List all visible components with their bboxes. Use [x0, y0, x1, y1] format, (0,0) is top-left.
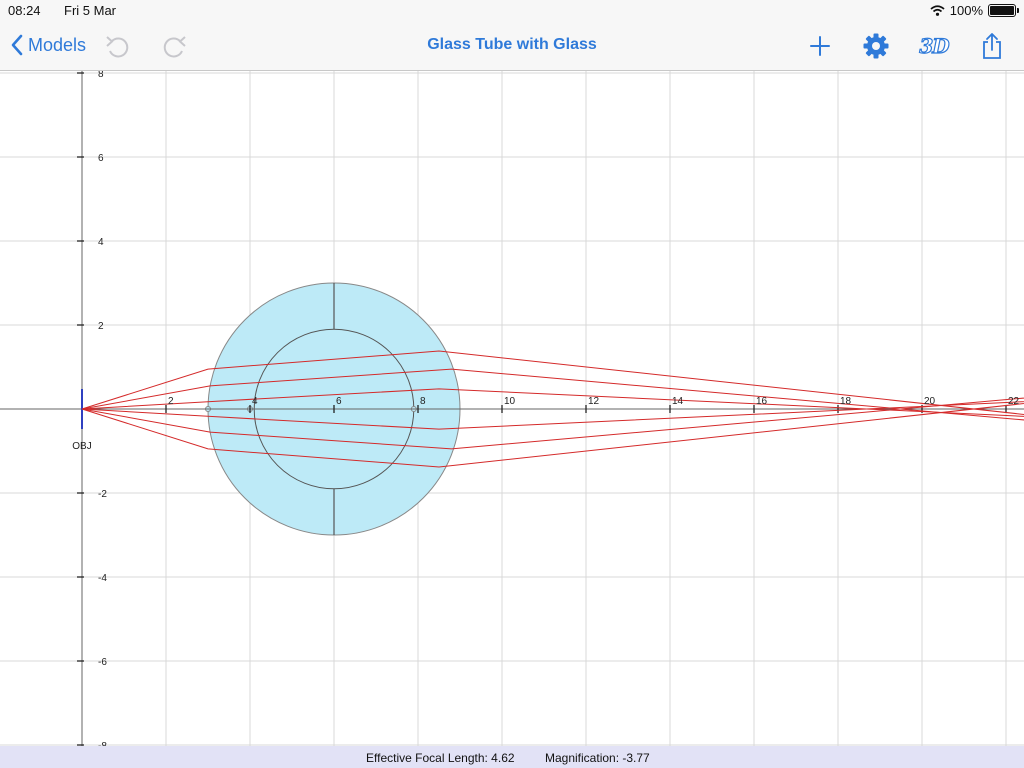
x-tick-label: 16 [756, 396, 768, 407]
object-label: OBJ [72, 441, 91, 452]
y-tick-label: 2 [98, 321, 104, 332]
x-tick-label: 6 [336, 396, 342, 407]
x-tick-label: 18 [840, 396, 852, 407]
status-indicators: 100% [930, 3, 1019, 18]
navigation-bar: Models Glass Tube with Glass 3D [0, 22, 1024, 71]
battery-percent: 100% [949, 3, 983, 18]
x-tick-label: 2 [168, 396, 174, 407]
x-tick-label: 10 [504, 396, 516, 407]
y-tick-label: -2 [98, 489, 107, 500]
view-3d-button[interactable]: 3D [919, 31, 950, 61]
y-tick-label: -4 [98, 573, 107, 584]
back-button[interactable]: Models [10, 34, 86, 56]
wifi-icon [930, 5, 945, 16]
y-tick-label: 4 [98, 237, 104, 248]
status-date: Fri 5 Mar [64, 3, 116, 18]
optical-bench-canvas[interactable]: 2468101214161820228642-2-4-6-8OBJ [0, 71, 1024, 746]
magnification: Magnification: -3.77 [545, 751, 650, 765]
y-tick-label: 6 [98, 153, 104, 164]
back-button-label: Models [28, 34, 87, 55]
add-button[interactable] [805, 31, 835, 61]
status-bar: 08:24 Fri 5 Mar 100% [0, 0, 1024, 22]
x-tick-label: 4 [252, 396, 258, 407]
redo-icon [163, 36, 186, 58]
plus-icon [810, 36, 830, 56]
x-tick-label: 20 [924, 396, 936, 407]
3d-icon: 3D [919, 33, 950, 58]
share-button[interactable] [977, 31, 1007, 61]
x-tick-label: 14 [672, 396, 684, 407]
battery-icon [988, 4, 1019, 17]
x-tick-label: 12 [588, 396, 600, 407]
x-tick-label: 8 [420, 396, 426, 407]
gear-icon [863, 33, 889, 59]
undo-icon [106, 36, 129, 58]
settings-button[interactable] [861, 31, 891, 61]
undo-button[interactable] [102, 31, 132, 61]
effective-focal-length: Effective Focal Length: 4.62 [366, 751, 515, 765]
info-footer: Effective Focal Length: 4.62 Magnificati… [0, 746, 1024, 768]
x-tick-label: 22 [1008, 396, 1020, 407]
y-tick-label: -6 [98, 657, 107, 668]
share-icon [983, 33, 1001, 59]
status-time: 08:24 [8, 3, 41, 18]
y-tick-label: 8 [98, 71, 104, 80]
redo-button[interactable] [160, 31, 190, 61]
chevron-left-icon [11, 34, 23, 56]
